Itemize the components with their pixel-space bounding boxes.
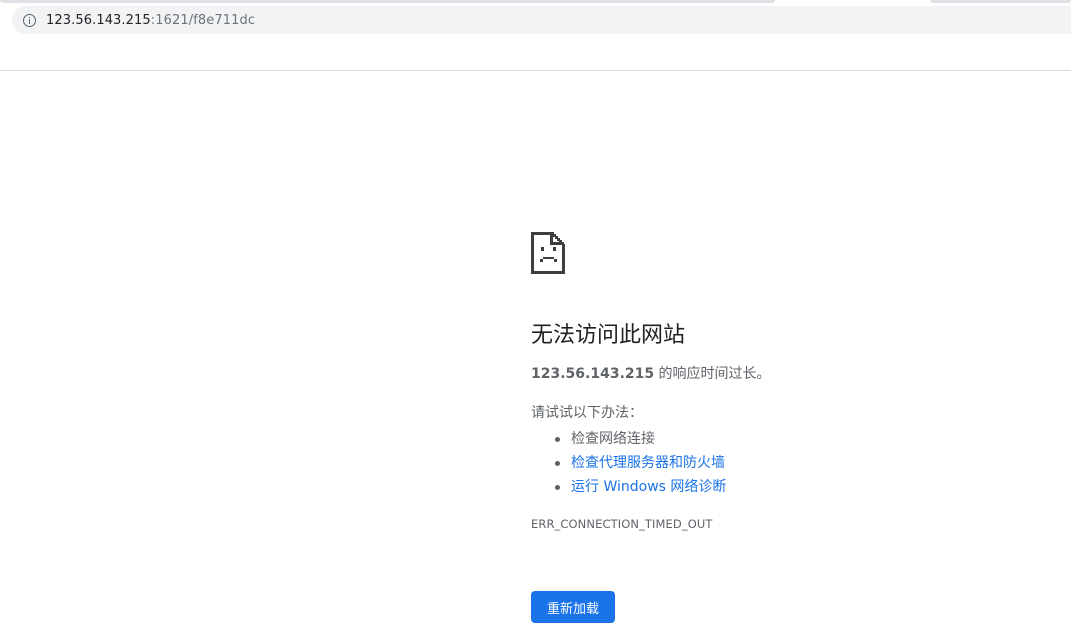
toolbar-divider xyxy=(0,70,1071,71)
reload-button[interactable]: 重新加载 xyxy=(531,591,615,623)
url-host: 123.56.143.215 xyxy=(46,12,151,28)
tab-strip-fragment xyxy=(0,0,775,3)
summary-host: 123.56.143.215 xyxy=(531,366,655,382)
bullet xyxy=(555,485,560,490)
bullet xyxy=(555,437,560,442)
error-code: ERR_CONNECTION_TIMED_OUT xyxy=(531,517,713,531)
suggestion-proxy-firewall-link[interactable]: 检查代理服务器和防火墙 xyxy=(571,455,725,471)
sad-page-icon xyxy=(531,232,565,274)
list-item: 检查代理服务器和防火墙 xyxy=(531,451,1071,475)
bullet xyxy=(555,461,560,466)
list-item: 检查网络连接 xyxy=(531,427,1071,451)
suggestion-check-network: 检查网络连接 xyxy=(571,431,655,447)
error-content: 无法访问此网站 123.56.143.215 的响应时间过长。 请试试以下办法：… xyxy=(531,232,1071,623)
tab-strip-fragment xyxy=(930,0,1071,3)
error-summary: 123.56.143.215 的响应时间过长。 xyxy=(531,364,1071,384)
suggestion-windows-diagnostics-link[interactable]: 运行 Windows 网络诊断 xyxy=(571,479,726,495)
suggestions-list: 检查网络连接 检查代理服务器和防火墙 运行 Windows 网络诊断 xyxy=(531,427,1071,499)
address-bar[interactable]: 123.56.143.215:1621/f8e711dc xyxy=(12,6,1071,34)
url-text[interactable]: 123.56.143.215:1621/f8e711dc xyxy=(46,13,255,28)
list-item: 运行 Windows 网络诊断 xyxy=(531,475,1071,499)
info-icon[interactable] xyxy=(23,13,36,27)
error-heading: 无法访问此网站 xyxy=(531,323,686,348)
summary-text: 的响应时间过长。 xyxy=(654,366,771,382)
suggestions-heading: 请试试以下办法： xyxy=(531,405,643,421)
url-path: :1621/f8e711dc xyxy=(150,12,256,28)
